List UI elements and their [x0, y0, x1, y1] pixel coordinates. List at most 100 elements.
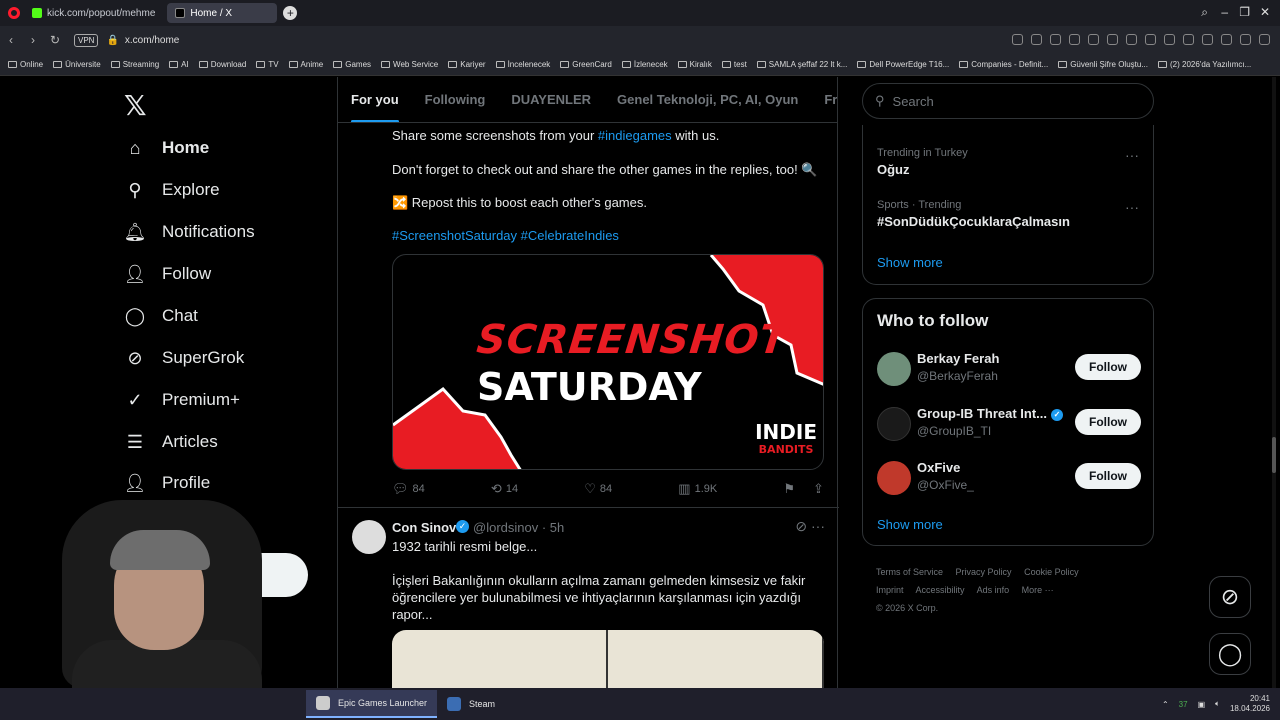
url-field[interactable]: x.com/home [125, 35, 179, 46]
taskbar-steam[interactable]: Steam [437, 690, 505, 718]
reply-button[interactable]: 💬︎ 84 [392, 481, 425, 497]
search-input[interactable]: ⚲ Search [862, 83, 1154, 119]
reload-icon[interactable]: ↻ [44, 33, 66, 47]
bookmark-item[interactable]: Games [333, 60, 371, 69]
footer-link[interactable]: Ads info [977, 585, 1010, 595]
extension-icon[interactable] [1164, 34, 1175, 45]
repost-button[interactable]: ⟲ 14 [491, 481, 518, 497]
messages-fab-button[interactable]: ◯ [1209, 633, 1251, 675]
sidebar-item-supergrok[interactable]: ⊘ SuperGrok [124, 347, 244, 369]
minimize-icon[interactable]: – [1221, 5, 1228, 19]
like-button[interactable]: ♡ 84 [584, 481, 612, 497]
avatar[interactable] [877, 352, 911, 386]
grok-fab-button[interactable]: ⊘ [1209, 576, 1251, 618]
back-icon[interactable]: ‹ [0, 33, 22, 47]
trends-show-more-link[interactable]: Show more [877, 255, 943, 270]
avatar[interactable] [352, 520, 386, 554]
share-icon[interactable]: ⇪ [813, 481, 824, 497]
extension-icon[interactable] [1031, 34, 1042, 45]
sidebar-item-chat[interactable]: ◯ Chat [124, 305, 198, 327]
follow-suggestion[interactable]: Berkay Ferah @BerkayFerah Follow [877, 349, 1141, 389]
footer-link[interactable]: Privacy Policy [956, 567, 1012, 577]
follow-suggestion[interactable]: Group-IB Threat Int... ✓ @GroupIB_TI Foll… [877, 404, 1141, 444]
bookmark-item[interactable]: Web Service [381, 60, 438, 69]
tray-expand-icon[interactable]: ⌃ [1162, 700, 1169, 709]
extension-icon[interactable] [1145, 34, 1156, 45]
new-tab-button[interactable]: + [283, 6, 298, 20]
opera-logo-icon[interactable] [8, 7, 20, 19]
forward-icon[interactable]: › [22, 33, 44, 47]
sidebar-item-explore[interactable]: ⚲ Explore [124, 179, 219, 201]
sidebar-item-articles[interactable]: ☰ Articles [124, 431, 218, 453]
scrollbar[interactable] [1272, 77, 1276, 688]
bookmark-item[interactable]: Streaming [110, 60, 159, 69]
extension-icon[interactable] [1240, 34, 1251, 45]
avatar[interactable] [877, 461, 911, 495]
trend-item[interactable]: Sports · Trending #SonDüdükÇocuklaraÇalm… [877, 199, 1070, 229]
tweet-author-name[interactable]: Con Sinov [392, 520, 456, 535]
trend-more-icon[interactable]: ··· [1125, 147, 1139, 163]
bookmark-item[interactable]: Companies - Definit... [959, 60, 1048, 69]
tweet[interactable]: Con Sinov ✓ @lordsinov · 5h ⊘ ··· 1932 t… [338, 507, 839, 688]
bookmark-item[interactable]: test [721, 60, 747, 69]
tweet-document-image[interactable] [392, 630, 824, 688]
extension-icon[interactable] [1202, 34, 1213, 45]
hashtags-link[interactable]: #ScreenshotSaturday #CelebrateIndies [392, 228, 619, 243]
bookmark-item[interactable]: (2) 2026'da Yazılımcı... [1158, 60, 1251, 69]
bookmark-item[interactable]: Dell PowerEdge T16... [857, 60, 949, 69]
tab-following[interactable]: Following [412, 77, 499, 122]
footer-link[interactable]: Imprint [876, 585, 904, 595]
follow-button[interactable]: Follow [1075, 463, 1141, 489]
network-icon[interactable]: ▣ [1198, 700, 1206, 709]
follow-show-more-link[interactable]: Show more [877, 517, 943, 532]
volume-icon[interactable]: 🔈︎ [1215, 699, 1220, 709]
more-options-icon[interactable]: ⊘ ··· [795, 518, 825, 535]
clock[interactable]: 20:41 18.04.2026 [1230, 694, 1270, 714]
bookmark-item[interactable]: Üniversite [53, 60, 101, 69]
lock-icon[interactable]: 🔒 [106, 35, 118, 46]
tab-for-you[interactable]: For you [338, 77, 412, 122]
footer-link[interactable]: Accessibility [916, 585, 965, 595]
tab-genel-teknoloji[interactable]: Genel Teknoloji, PC, AI, Oyun [604, 77, 811, 122]
scrollbar-thumb[interactable] [1272, 437, 1276, 473]
bookmark-icon[interactable]: ⚑ [783, 481, 795, 497]
avatar[interactable] [877, 407, 911, 441]
tab-duayenler[interactable]: DUAYENLER [498, 77, 604, 122]
trend-more-icon[interactable]: ··· [1125, 199, 1139, 215]
footer-link[interactable]: Cookie Policy [1024, 567, 1079, 577]
extension-icon[interactable] [1012, 34, 1023, 45]
extension-icon[interactable] [1069, 34, 1080, 45]
tweet-author-handle[interactable]: @lordsinov · 5h [473, 520, 564, 535]
bookmark-item[interactable]: Kiralık [677, 60, 712, 69]
bookmark-item[interactable]: SAMLA şeffaf 22 lt k... [756, 60, 847, 69]
bookmark-item[interactable]: AI [169, 60, 189, 69]
extension-icon[interactable] [1183, 34, 1194, 45]
bookmark-item[interactable]: Download [198, 60, 246, 69]
close-icon[interactable]: ✕ [1260, 5, 1270, 19]
bookmark-item[interactable]: Online [8, 60, 43, 69]
sidebar-item-home[interactable]: ⌂ Home [124, 137, 210, 159]
follow-button[interactable]: Follow [1075, 409, 1141, 435]
follow-suggestion[interactable]: OxFive @OxFive_ Follow [877, 458, 1141, 498]
vpn-badge[interactable]: VPN [74, 33, 99, 47]
tray-count[interactable]: 37 [1179, 700, 1188, 709]
hashtag-link[interactable]: #indiegames [598, 128, 672, 143]
tab-x-home[interactable]: Home / X [167, 3, 278, 23]
bookmark-item[interactable]: TV [256, 60, 279, 69]
sidebar-item-premium[interactable]: ✓ Premium+ [124, 389, 239, 411]
bookmark-item[interactable]: İzlenecek [621, 60, 668, 69]
tab-free-g[interactable]: Free G [811, 77, 837, 122]
sidebar-item-follow[interactable]: 👤︎ Follow [124, 263, 212, 285]
extension-icon[interactable] [1107, 34, 1118, 45]
trend-item[interactable]: Trending in Turkey Oğuz [877, 147, 968, 177]
x-logo-icon[interactable]: 𝕏 [124, 89, 147, 122]
sidebar-item-notifications[interactable]: 🔔︎ Notifications [124, 221, 255, 243]
tweet-media-image[interactable]: SCREENSHOT SATURDAY INDIE BANDITS [392, 254, 824, 470]
bookmark-item[interactable]: GreenCard [560, 60, 612, 69]
bookmark-item[interactable]: Kariyer [448, 60, 486, 69]
extension-icon[interactable] [1050, 34, 1061, 45]
follow-button[interactable]: Follow [1075, 354, 1141, 380]
extension-icon[interactable] [1259, 34, 1270, 45]
views-button[interactable]: ▥ 1.9K [678, 481, 717, 497]
extension-icon[interactable] [1126, 34, 1137, 45]
